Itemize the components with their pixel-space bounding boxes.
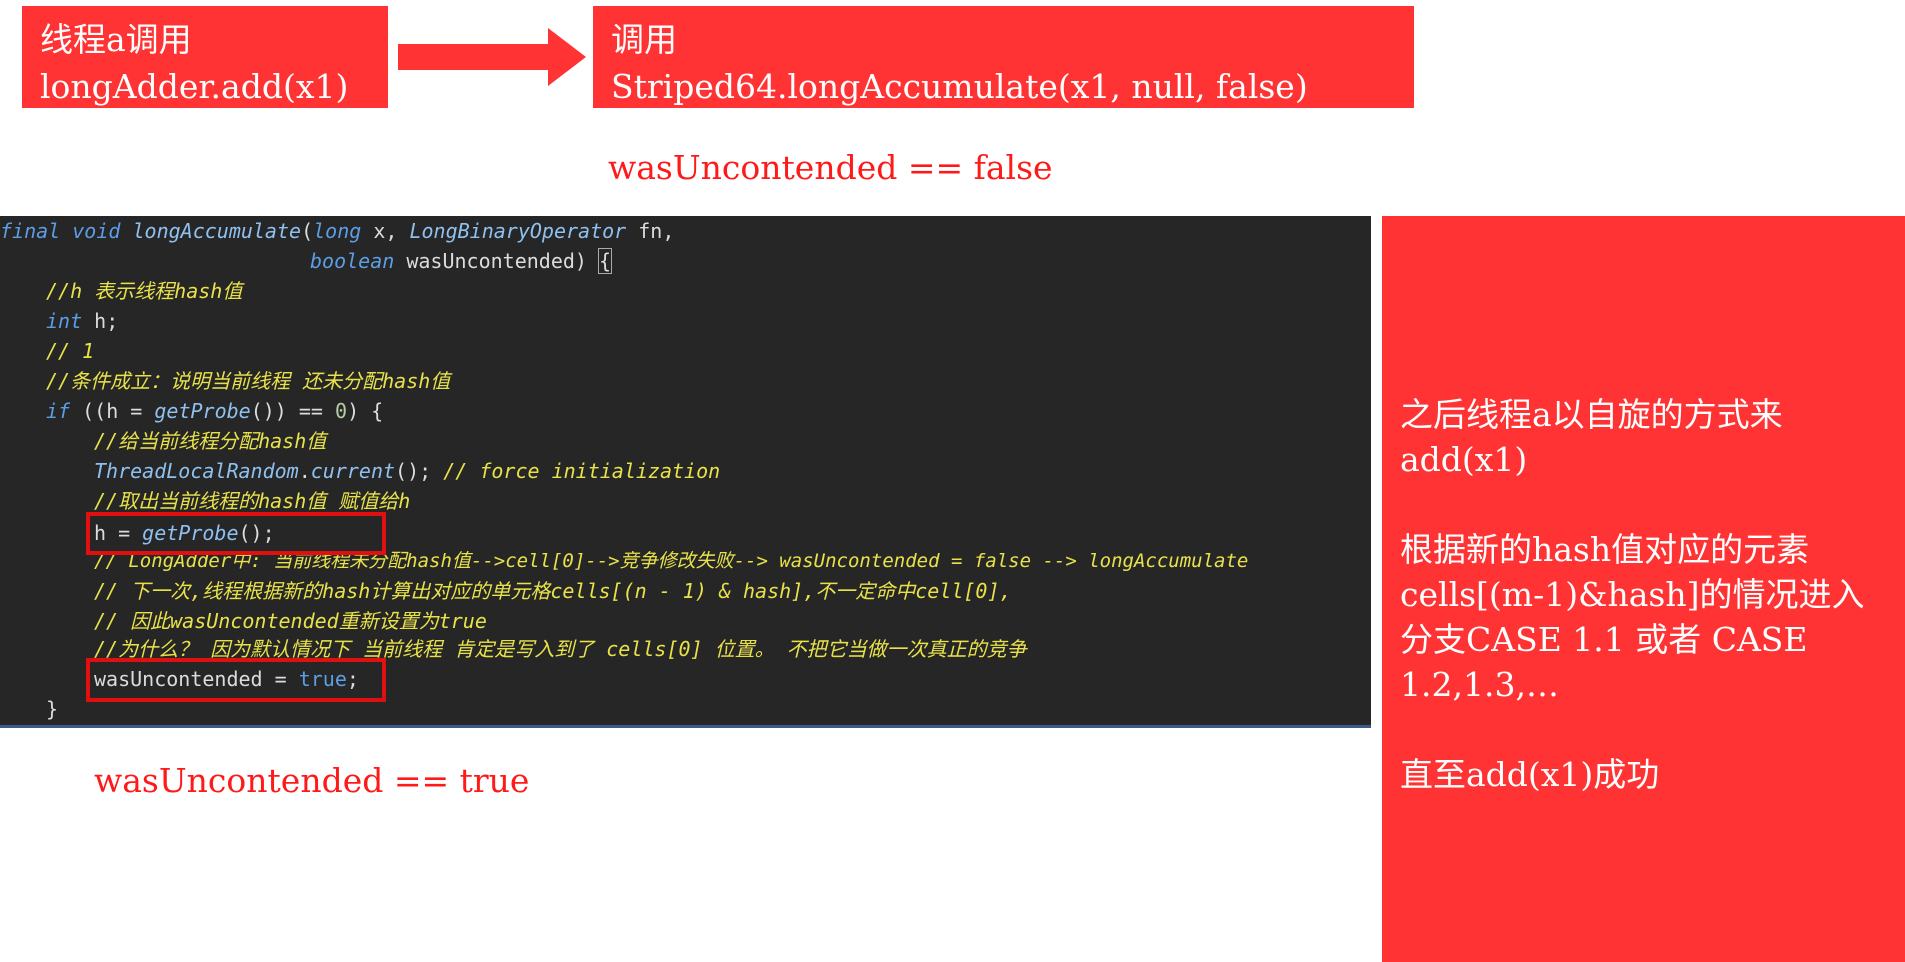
step-box-long-accumulate: 调用 Striped64.longAccumulate(x1, null, fal… <box>593 6 1414 108</box>
code-token: final <box>0 219 61 243</box>
note-was-uncontended-true: wasUncontended == true <box>94 761 530 800</box>
side-paragraph-case: 根据新的hash值对应的元素cells[(m-1)&hash]的情况进入分支CA… <box>1400 530 1865 704</box>
code-token: 0 <box>335 399 348 423</box>
code-token: x, <box>361 219 410 243</box>
code-line-8: //给当前线程分配hash值 <box>94 429 327 453</box>
code-token: ((h = <box>70 399 155 423</box>
code-line-4: int h; <box>46 306 118 336</box>
right-arrow-icon <box>398 28 586 86</box>
code-token: wasUncontended) <box>394 249 599 273</box>
code-token: long <box>313 219 362 243</box>
highlight-box-get-probe <box>86 512 386 555</box>
code-token: int <box>46 309 83 333</box>
code-token: { <box>597 248 613 274</box>
code-line-17: } <box>46 697 59 721</box>
code-line-7: if ((h = getProbe()) == 0) { <box>46 396 383 426</box>
code-line-6: //条件成立：说明当前线程 还未分配hash值 <box>46 369 451 393</box>
code-token: boolean <box>310 249 395 273</box>
code-token: (); <box>395 459 444 483</box>
code-token: LongBinaryOperator <box>409 219 627 243</box>
step-box-add-call-line1: 线程a调用 <box>40 20 192 59</box>
code-token: ) { <box>347 399 384 423</box>
code-token: fn, <box>626 219 675 243</box>
code-line-9: ThreadLocalRandom.current(); // force in… <box>94 456 720 486</box>
code-token: // force initialization <box>443 459 721 483</box>
code-line-5: // 1 <box>46 339 95 363</box>
code-line-1: final void longAccumulate(long x, LongBi… <box>0 216 674 246</box>
code-token: ( <box>301 219 314 243</box>
step-box-long-accumulate-line1: 调用 <box>611 20 677 59</box>
code-editor-panel: final void longAccumulate(long x, LongBi… <box>0 216 1371 728</box>
highlight-box-was-uncontended <box>86 658 386 702</box>
code-token: longAccumulate <box>132 219 302 243</box>
step-box-add-call-line2: longAdder.add(x1) <box>40 67 349 106</box>
code-token: getProbe <box>154 399 251 423</box>
code-line-13: // 下一次,线程根据新的hash计算出对应的单元格cells[(n - 1) … <box>94 579 1012 603</box>
step-box-add-call: 线程a调用 longAdder.add(x1) <box>22 6 388 108</box>
side-paragraph-spin: 之后线程a以自旋的方式来add(x1) <box>1400 395 1783 479</box>
code-token: ThreadLocalRandom <box>94 459 299 483</box>
code-token: . <box>298 459 311 483</box>
code-line-3: //h 表示线程hash值 <box>46 279 243 303</box>
code-token: void <box>72 219 121 243</box>
code-token: if <box>46 399 71 423</box>
code-token: current <box>310 459 396 483</box>
side-explanation-panel: 之后线程a以自旋的方式来add(x1) 根据新的hash值对应的元素cells[… <box>1382 216 1905 962</box>
note-was-uncontended-false: wasUncontended == false <box>608 148 1053 187</box>
step-box-long-accumulate-line2: Striped64.longAccumulate(x1, null, false… <box>611 67 1308 106</box>
side-paragraph-success: 直至add(x1)成功 <box>1400 755 1660 794</box>
code-line-14: // 因此wasUncontended重新设置为true <box>94 609 487 633</box>
code-line-2: boolean wasUncontended) { <box>310 246 613 276</box>
code-token: h; <box>82 309 119 333</box>
code-token: ()) == <box>250 399 336 423</box>
